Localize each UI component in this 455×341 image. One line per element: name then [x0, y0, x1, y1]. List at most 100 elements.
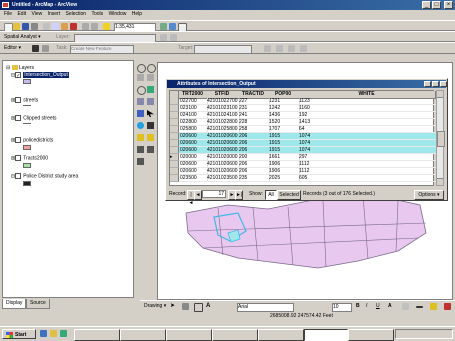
table-cell-trt2000[interactable]: 020600: [179, 133, 208, 140]
fixed-zoom-in-icon[interactable]: [137, 74, 144, 81]
menu-tools[interactable]: Tools: [91, 11, 103, 17]
go-to-xy-icon[interactable]: [147, 146, 154, 153]
table-cell-pop00[interactable]: 1436: [268, 112, 300, 119]
row-selector[interactable]: [170, 112, 179, 119]
select-elements-arrow-icon[interactable]: ➤: [170, 303, 175, 309]
select-features-icon[interactable]: [137, 110, 144, 117]
table-cell-tractid[interactable]: 258: [238, 126, 270, 133]
table-cell-stfid[interactable]: 42101023100: [206, 105, 240, 112]
table-cell-tractid[interactable]: 206: [238, 147, 270, 154]
table-cell-white[interactable]: 605: [298, 175, 437, 182]
toc-layer-police-district-study-area[interactable]: ⊟ Police District study area: [11, 173, 78, 179]
table-cell-trt2000[interactable]: 020600: [179, 168, 208, 175]
rotate-tool-icon[interactable]: [276, 45, 283, 52]
attributes-vertical-scrollbar[interactable]: [436, 90, 445, 186]
back-extent-icon[interactable]: [137, 98, 144, 105]
table-cell-stfid[interactable]: 42101024100: [206, 112, 240, 119]
table-cell-pop00[interactable]: 1707: [268, 126, 300, 133]
add-data-icon[interactable]: [103, 23, 110, 30]
row-selector[interactable]: [170, 175, 179, 182]
table-cell-tractid[interactable]: 206: [238, 133, 270, 140]
table-cell-white[interactable]: 64: [298, 126, 437, 133]
table-cell-stfid[interactable]: 42101020600: [206, 147, 240, 154]
table-cell-trt2000[interactable]: 023500: [179, 175, 208, 182]
row-selector[interactable]: [170, 147, 179, 154]
open-folder-icon[interactable]: [13, 23, 20, 30]
taskbar-item[interactable]: [120, 329, 166, 341]
layers-frame[interactable]: ⊟ Layers: [6, 65, 34, 71]
attributes-minimize-button[interactable]: [424, 81, 431, 87]
font-size-select[interactable]: 10: [332, 303, 352, 312]
row-selector[interactable]: [170, 168, 179, 175]
table-cell-tractid[interactable]: 200: [238, 154, 270, 161]
row-selector[interactable]: [170, 133, 179, 140]
table-cell-trt2000[interactable]: 020600: [179, 161, 208, 168]
toc-layer-streets[interactable]: ⊞ streets: [11, 97, 38, 103]
attributes-maximize-button[interactable]: [432, 81, 439, 87]
row-selector[interactable]: [170, 98, 179, 105]
layer-checkbox[interactable]: [15, 173, 22, 179]
taskbar-item[interactable]: [258, 329, 304, 341]
time-slider-icon[interactable]: [137, 146, 144, 153]
table-cell-trt2000[interactable]: 025800: [179, 126, 208, 133]
table-cell-stfid[interactable]: 42101025800: [206, 126, 240, 133]
fixed-zoom-out-icon[interactable]: [147, 74, 154, 81]
table-cell-trt2000[interactable]: 022700: [179, 98, 208, 105]
taskbar-item[interactable]: [348, 329, 394, 341]
table-cell-tractid[interactable]: 206: [238, 161, 270, 168]
bold-button[interactable]: B: [356, 302, 360, 310]
scroll-up-icon[interactable]: [437, 91, 443, 98]
measure-icon[interactable]: [137, 134, 144, 141]
histogram-icon[interactable]: [160, 34, 167, 41]
table-cell-tractid[interactable]: 227: [238, 98, 270, 105]
quicklaunch-ie-icon[interactable]: [40, 330, 47, 337]
table-cell-stfid[interactable]: 42101020000: [206, 154, 240, 161]
layer-checkbox[interactable]: [15, 97, 22, 103]
table-cell-white[interactable]: 297: [298, 154, 437, 161]
marker-color-icon[interactable]: [430, 303, 437, 310]
toc-layer-intersection-output[interactable]: ⊟✓ Intersection_Output: [11, 72, 69, 79]
menu-insert[interactable]: Insert: [48, 11, 61, 17]
table-cell-stfid[interactable]: 42101023500: [206, 175, 240, 182]
last-record-button[interactable]: ►|: [235, 190, 243, 200]
hyperlink-icon[interactable]: [147, 134, 154, 141]
menu-view[interactable]: View: [31, 11, 42, 17]
sketch-tool-icon[interactable]: [42, 45, 49, 52]
save-icon[interactable]: [22, 23, 29, 30]
task-select[interactable]: Create New Feature: [70, 45, 134, 54]
table-cell-trt2000[interactable]: 020600: [179, 140, 208, 147]
toc-layer-clipped-streets[interactable]: ⊞ Clipped streets: [11, 115, 57, 121]
attributes-icon[interactable]: [288, 45, 295, 52]
table-cell-trt2000[interactable]: 020600: [179, 147, 208, 154]
taskbar-item[interactable]: [74, 329, 120, 341]
delete-icon[interactable]: [70, 23, 77, 30]
table-cell-white[interactable]: 1160: [298, 105, 437, 112]
table-cell-pop00[interactable]: 1242: [268, 105, 300, 112]
tab-source[interactable]: Source: [26, 299, 50, 309]
redo-icon[interactable]: [91, 23, 98, 30]
line-color-icon[interactable]: [416, 306, 423, 308]
select-elements-icon[interactable]: [147, 110, 154, 117]
collapse-icon[interactable]: ⊟: [6, 65, 10, 71]
table-cell-stfid[interactable]: 42101022800: [206, 119, 240, 126]
table-cell-tractid[interactable]: 235: [238, 175, 270, 182]
fill-color-icon[interactable]: [402, 303, 409, 310]
taskbar-item[interactable]: [212, 329, 258, 341]
target-select[interactable]: [194, 45, 252, 54]
zoom-in-icon[interactable]: [137, 64, 146, 73]
split-tool-icon[interactable]: [264, 45, 271, 52]
rotate-icon[interactable]: [182, 303, 189, 310]
identify-icon[interactable]: [137, 122, 144, 129]
arctoolbox-icon[interactable]: [169, 23, 176, 30]
pan-icon[interactable]: [137, 86, 146, 95]
show-selected-button[interactable]: Selected: [277, 190, 301, 200]
editor-menu[interactable]: Editor ▾: [4, 44, 21, 52]
taskbar-item[interactable]: [166, 329, 212, 341]
layer-checkbox[interactable]: [15, 115, 22, 121]
underline-button[interactable]: U: [376, 302, 380, 310]
drawing-menu[interactable]: Drawing ▾: [144, 302, 166, 310]
table-cell-pop00[interactable]: 2025: [268, 175, 300, 182]
layer-checkbox[interactable]: [15, 155, 22, 161]
row-selector[interactable]: ▸: [170, 154, 179, 161]
copy-icon[interactable]: [52, 23, 59, 30]
